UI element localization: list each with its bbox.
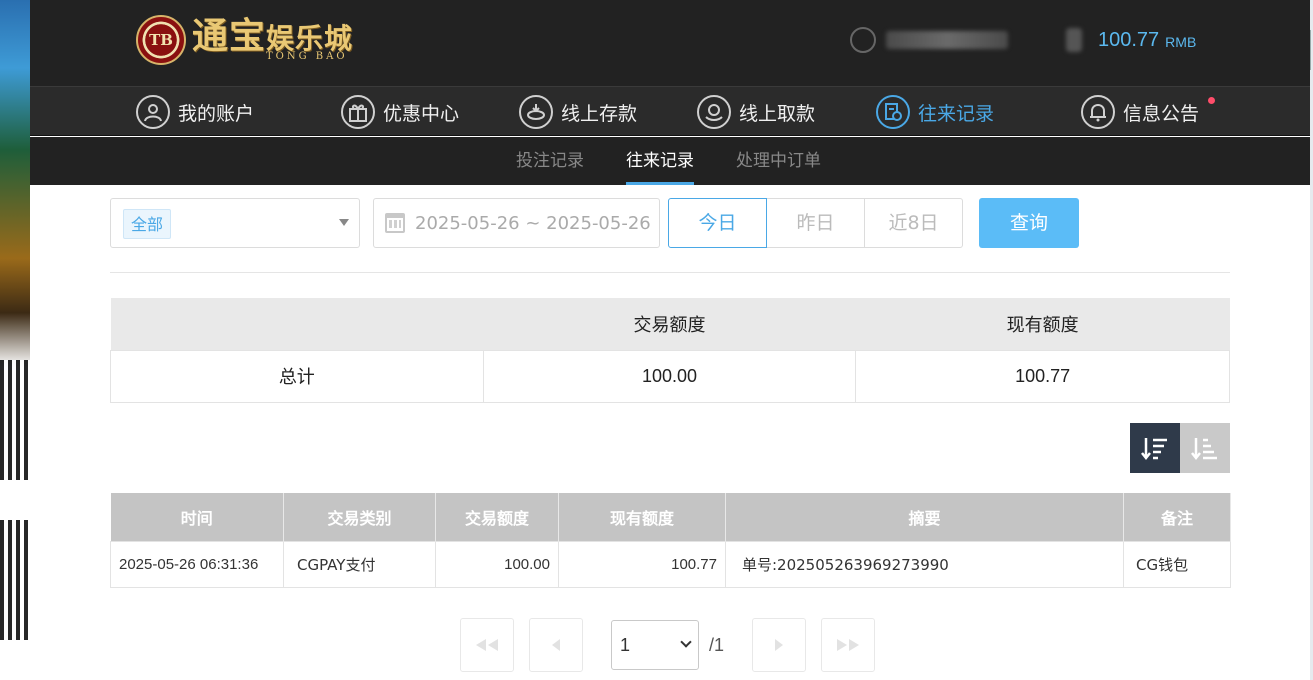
today-button[interactable]: 今日 <box>668 198 767 248</box>
chevron-down-icon <box>680 636 692 648</box>
cell-remark: CG钱包 <box>1123 540 1231 588</box>
column-header-type[interactable]: 交易类别 <box>283 493 436 541</box>
right-icon <box>775 639 784 651</box>
tab-bet-records[interactable]: 投注记录 <box>516 137 584 185</box>
double-left-icon <box>476 639 498 651</box>
page-select[interactable]: 1 <box>611 620 699 670</box>
sort-asc-icon <box>1191 438 1217 461</box>
nav-item-my-account[interactable]: 我的账户 <box>136 94 254 130</box>
summary-header-empty <box>110 298 484 350</box>
qr-code-image <box>0 360 30 480</box>
summary-current-amount: 100.77 <box>855 349 1230 403</box>
cell-summary: 单号:202505263969273990 <box>725 540 1124 588</box>
summary-row: 总计 100.00 100.77 <box>110 349 1230 403</box>
sort-desc-button[interactable] <box>1130 423 1180 473</box>
left-icon <box>552 639 560 651</box>
main-nav: 我的账户 优惠中心 线上存款 线上取款 往来记录 信息公告 <box>30 86 1310 136</box>
summary-table: 交易额度 现有额度 总计 100.00 100.77 <box>110 298 1230 403</box>
bell-icon <box>1081 95 1115 129</box>
tab-pending-orders[interactable]: 处理中订单 <box>736 137 821 185</box>
last-page-button[interactable] <box>821 618 876 672</box>
account-info: 100.77 RMB <box>850 24 1196 56</box>
summary-header-transaction: 交易额度 <box>483 298 856 350</box>
transaction-type-select[interactable]: 全部 <box>110 198 360 248</box>
page-select-value: 1 <box>620 635 631 655</box>
date-range-picker[interactable]: 2025-05-26 ~ 2025-05-26 <box>373 198 660 248</box>
sort-desc-icon <box>1141 438 1167 461</box>
double-right-icon <box>837 639 860 651</box>
nav-item-announcements[interactable]: 信息公告 <box>1081 94 1216 130</box>
cell-amount: 100.00 <box>435 540 559 588</box>
gift-icon <box>341 95 375 129</box>
records-table: 时间 交易类别 交易额度 现有额度 摘要 备注 2025-05-26 06:31… <box>110 493 1231 588</box>
date-range-value: 2025-05-26 ~ 2025-05-26 <box>415 212 651 234</box>
notification-dot <box>1208 97 1216 104</box>
logo-chip-icon: TB <box>136 15 186 65</box>
column-header-time[interactable]: 时间 <box>110 493 284 541</box>
balance-currency: RMB <box>1165 34 1197 50</box>
deposit-icon <box>519 95 553 129</box>
column-header-summary[interactable]: 摘要 <box>725 493 1124 541</box>
nav-item-online-withdraw[interactable]: 线上取款 <box>697 94 815 130</box>
summary-total-label: 总计 <box>110 349 484 403</box>
divider <box>110 272 1230 273</box>
calendar-icon <box>385 213 405 233</box>
qr-code-image <box>0 520 30 640</box>
user-icon <box>136 95 170 129</box>
column-header-remark[interactable]: 备注 <box>1123 493 1231 541</box>
page-total: /1 <box>709 634 725 655</box>
cell-balance: 100.77 <box>558 540 726 588</box>
last-8-days-button[interactable]: 近8日 <box>864 198 963 248</box>
summary-transaction-amount: 100.00 <box>482 349 857 403</box>
records-icon <box>876 95 910 129</box>
next-page-button[interactable] <box>752 618 807 672</box>
sort-controls <box>1130 423 1230 473</box>
quick-date-buttons: 今日 昨日 近8日 <box>668 198 963 248</box>
header-bar: TB 通宝娱乐城 TONG BAO 100.77 RMB <box>30 0 1310 86</box>
nav-item-transaction-records[interactable]: 往来记录 <box>876 94 994 130</box>
withdraw-icon <box>697 95 731 129</box>
cell-time: 2025-05-26 06:31:36 <box>110 540 284 588</box>
column-header-balance[interactable]: 现有额度 <box>558 493 726 541</box>
summary-header-current: 现有额度 <box>855 298 1230 350</box>
column-header-amount[interactable]: 交易额度 <box>435 493 559 541</box>
wallet-icon <box>1066 28 1082 52</box>
background-page-left <box>0 0 30 680</box>
table-row: 2025-05-26 06:31:36 CGPAY支付 100.00 100.7… <box>110 540 1231 588</box>
balance-amount: 100.77 <box>1098 28 1160 51</box>
prev-page-button[interactable] <box>529 618 583 672</box>
pagination: 1 /1 <box>460 618 876 672</box>
first-page-button[interactable] <box>460 618 514 672</box>
user-avatar-icon <box>850 27 876 53</box>
site-logo[interactable]: TB 通宝娱乐城 TONG BAO <box>136 15 353 65</box>
sub-tabs: 投注记录 往来记录 处理中订单 <box>30 137 1310 185</box>
nav-item-online-deposit[interactable]: 线上存款 <box>519 94 637 130</box>
caret-down-icon <box>339 219 349 226</box>
query-button[interactable]: 查询 <box>979 198 1079 248</box>
nav-item-promotions[interactable]: 优惠中心 <box>341 94 459 130</box>
records-modal: TB 通宝娱乐城 TONG BAO 100.77 RMB 我的账户 优惠中心 线… <box>30 0 1310 680</box>
selected-type-tag: 全部 <box>123 209 172 239</box>
cell-type: CGPAY支付 <box>283 540 436 588</box>
sort-asc-button[interactable] <box>1180 423 1230 473</box>
username-redacted <box>886 31 1008 49</box>
tab-transaction-records[interactable]: 往来记录 <box>626 137 694 185</box>
yesterday-button[interactable]: 昨日 <box>766 198 865 248</box>
